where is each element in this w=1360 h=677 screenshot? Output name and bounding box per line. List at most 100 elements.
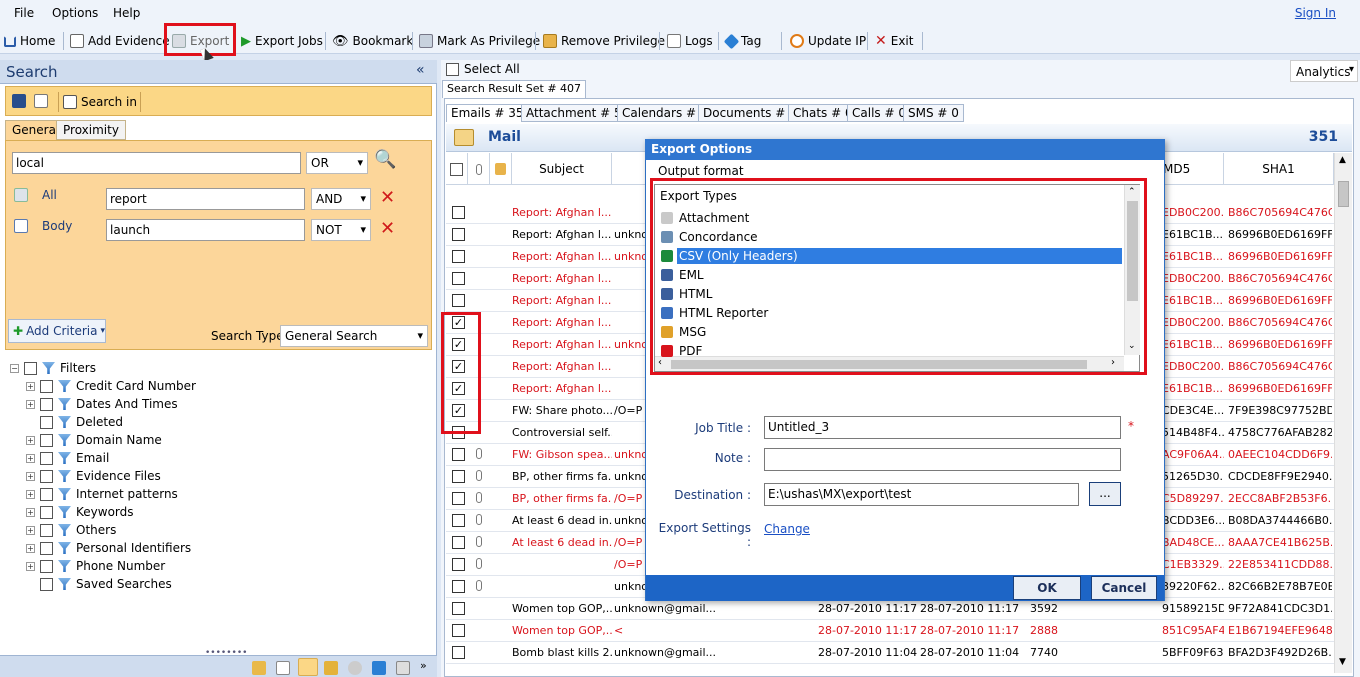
row-checkbox[interactable] — [452, 250, 465, 263]
header-checkbox-col[interactable] — [446, 153, 468, 185]
row-checkbox[interactable] — [452, 646, 465, 659]
result-tab[interactable]: SMS # 0 — [903, 104, 964, 122]
search-icon[interactable] — [298, 658, 318, 676]
filter-checkbox[interactable] — [40, 559, 53, 573]
row-checkbox[interactable] — [452, 206, 465, 219]
bookmark-button[interactable]: 👁 Bookmark — [332, 32, 413, 50]
select-all-checkbox[interactable] — [446, 62, 459, 76]
remove-privilege-button[interactable]: Remove Privilege — [543, 32, 665, 50]
search-type-select[interactable]: General Search — [280, 325, 428, 347]
search-icon[interactable]: 🔍 — [374, 149, 396, 170]
filter-checkbox[interactable] — [40, 577, 53, 591]
expand-node-icon[interactable]: + — [26, 525, 35, 535]
calendar-icon[interactable] — [276, 661, 290, 675]
filter-checkbox[interactable] — [40, 415, 53, 429]
header-md5[interactable]: MD5 — [1160, 153, 1224, 185]
menu-help[interactable]: Help — [113, 6, 140, 20]
filter-item[interactable]: + Others — [26, 522, 116, 538]
expand-node-icon[interactable]: + — [26, 561, 35, 571]
key-icon[interactable] — [324, 661, 338, 675]
select-all[interactable]: Select All — [446, 62, 520, 76]
export-jobs-button[interactable]: ▶ Export Jobs — [241, 32, 323, 50]
header-privilege-col[interactable] — [490, 153, 512, 185]
header-checkbox[interactable] — [450, 162, 463, 176]
mark-privilege-button[interactable]: Mark As Privilege — [419, 32, 540, 50]
analytics-dropdown[interactable]: Analytics ▾ — [1290, 60, 1358, 82]
search-in-button[interactable]: Search in — [58, 92, 137, 112]
expand-node-icon[interactable]: + — [26, 543, 35, 553]
header-attachment-col[interactable] — [468, 153, 490, 185]
filter-item[interactable]: + Credit Card Number — [26, 378, 196, 394]
result-set-tab[interactable]: Search Result Set # 407 — [442, 80, 587, 98]
menu-options[interactable]: Options — [52, 6, 98, 20]
collapse-node-icon[interactable]: − — [10, 363, 19, 373]
table-row[interactable]: Bomb blast kills 2... unknown@gmail... 28-… — [446, 642, 1334, 664]
filter-item[interactable]: + Email — [26, 450, 109, 466]
query-input[interactable]: local — [12, 152, 301, 174]
query-operator-select[interactable]: OR — [306, 152, 368, 174]
header-subject[interactable]: Subject — [512, 153, 612, 185]
row-checkbox[interactable] — [452, 536, 465, 549]
criteria-2-operator-select[interactable]: NOT — [311, 219, 371, 241]
filter-item[interactable]: +Saved Searches — [26, 576, 172, 592]
results-scrollbar[interactable]: ▲ ▼ — [1334, 153, 1352, 673]
expand-node-icon[interactable]: + — [26, 435, 35, 445]
filters-root[interactable]: − Filters — [10, 360, 96, 376]
table-row[interactable]: Women top GOP,... unknown@gmail... 28-07-2… — [446, 598, 1334, 620]
remove-criteria-1-icon[interactable]: ✕ — [380, 187, 395, 208]
menu-file[interactable]: File — [14, 6, 34, 20]
expand-node-icon[interactable]: + — [26, 507, 35, 517]
note-input[interactable] — [764, 448, 1121, 471]
add-criteria-button[interactable]: ✚ Add Criteria ▾ — [8, 319, 106, 343]
collapse-icon[interactable]: « — [416, 62, 425, 78]
exit-button[interactable]: ✕ Exit — [875, 32, 913, 50]
expand-node-icon[interactable]: + — [26, 489, 35, 499]
filter-checkbox[interactable] — [40, 487, 53, 501]
tag-button[interactable]: Tag — [723, 32, 761, 50]
table-row[interactable]: Women top GOP,...<28-07-2010 11:17:...28… — [446, 620, 1334, 642]
filter-checkbox[interactable] — [40, 397, 53, 411]
tab-proximity[interactable]: Proximity — [56, 120, 126, 140]
row-checkbox[interactable] — [452, 558, 465, 571]
browse-button[interactable]: ... — [1089, 482, 1121, 506]
filter-item[interactable]: + Phone Number — [26, 558, 165, 574]
filter-item[interactable]: + Internet patterns — [26, 486, 178, 502]
scroll-down-icon[interactable]: ▼ — [1339, 657, 1346, 667]
expand-node-icon[interactable]: + — [26, 399, 35, 409]
filter-checkbox[interactable] — [40, 505, 53, 519]
row-checkbox[interactable] — [452, 514, 465, 527]
cancel-button[interactable]: Cancel — [1091, 576, 1157, 600]
row-checkbox[interactable] — [452, 580, 465, 593]
row-checkbox[interactable] — [452, 470, 465, 483]
expand-node-icon[interactable]: + — [26, 471, 35, 481]
header-sha1[interactable]: SHA1 — [1224, 153, 1334, 185]
row-checkbox[interactable] — [452, 624, 465, 637]
grip-icon[interactable]: •••••••• — [205, 648, 247, 658]
scroll-thumb[interactable] — [1338, 181, 1349, 207]
logs-button[interactable]: Logs — [667, 32, 713, 50]
row-checkbox[interactable] — [452, 228, 465, 241]
change-link[interactable]: Change — [764, 522, 810, 536]
destination-input[interactable]: E:\ushas\MX\export\test — [764, 483, 1079, 506]
filter-checkbox[interactable] — [40, 541, 53, 555]
filter-item[interactable]: + Keywords — [26, 504, 134, 520]
home-button[interactable]: Home — [4, 32, 55, 50]
eraser-icon[interactable] — [34, 94, 48, 108]
clipboard-icon[interactable] — [396, 661, 410, 675]
filter-item[interactable]: + Personal Identifiers — [26, 540, 191, 556]
eye-icon[interactable] — [348, 661, 362, 675]
sign-in-link[interactable]: Sign In — [1295, 6, 1336, 20]
expand-node-icon[interactable]: + — [26, 453, 35, 463]
overflow-icon[interactable]: » — [420, 659, 427, 672]
filter-checkbox[interactable] — [40, 379, 53, 393]
filter-checkbox[interactable] — [40, 523, 53, 537]
update-ip-button[interactable]: Update IP — [790, 32, 866, 50]
expand-node-icon[interactable]: + — [26, 381, 35, 391]
filter-item[interactable]: + Evidence Files — [26, 468, 161, 484]
filter-item[interactable]: + Dates And Times — [26, 396, 178, 412]
filter-item[interactable]: + Domain Name — [26, 432, 162, 448]
result-tab[interactable]: Documents # 0 — [698, 104, 802, 122]
row-checkbox[interactable] — [452, 492, 465, 505]
filter-checkbox[interactable] — [40, 469, 53, 483]
remove-criteria-2-icon[interactable]: ✕ — [380, 218, 395, 239]
